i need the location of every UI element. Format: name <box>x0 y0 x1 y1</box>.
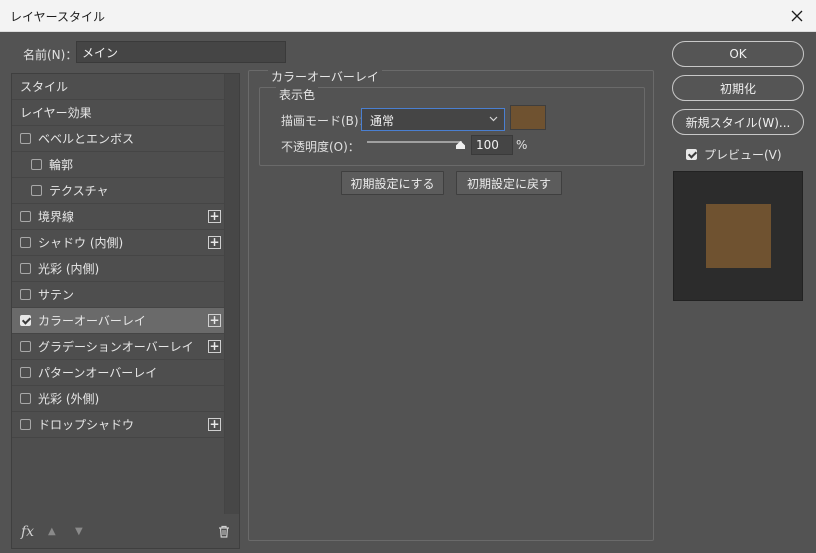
move-down-icon[interactable]: ▼ <box>75 526 83 537</box>
add-effect-icon[interactable]: + <box>208 418 221 431</box>
style-item-label: ドロップシャドウ <box>38 418 135 432</box>
reset-default-button[interactable]: 初期設定に戻す <box>456 171 562 195</box>
opacity-slider-track[interactable] <box>367 141 462 143</box>
style-checkbox[interactable] <box>20 315 31 326</box>
group-title: カラーオーバーレイ <box>268 68 382 85</box>
style-checkbox[interactable] <box>20 211 31 222</box>
style-item[interactable]: 輪郭 <box>12 152 225 178</box>
style-checkbox[interactable] <box>20 263 31 274</box>
style-item-label: ベベルとエンボス <box>38 132 135 146</box>
window-title: レイヤースタイル <box>10 10 106 24</box>
move-up-icon[interactable]: ▲ <box>48 526 56 537</box>
style-item[interactable]: スタイル <box>12 74 225 100</box>
style-item-label: スタイル <box>20 80 69 94</box>
style-item[interactable]: ベベルとエンボス <box>12 126 225 152</box>
style-checkbox[interactable] <box>20 289 31 300</box>
style-item[interactable]: グラデーションオーバーレイ + <box>12 334 225 360</box>
style-checkbox[interactable] <box>20 341 31 352</box>
style-item-label: 光彩 (外側) <box>38 392 100 406</box>
name-label: 名前(N)： <box>23 48 78 62</box>
style-checkbox[interactable] <box>31 185 42 196</box>
preview-label: プレビュー(V) <box>704 148 782 162</box>
blend-mode-label: 描画モード(B)： <box>281 114 371 128</box>
style-item[interactable]: シャドウ (内側) + <box>12 230 225 256</box>
title-bar: レイヤースタイル <box>0 0 816 32</box>
style-checkbox[interactable] <box>20 133 31 144</box>
style-checkbox[interactable] <box>20 367 31 378</box>
style-item-label: 光彩 (内側) <box>38 262 100 276</box>
add-effect-icon[interactable]: + <box>208 236 221 249</box>
style-item[interactable]: 光彩 (外側) <box>12 386 225 412</box>
preview-box <box>673 171 803 301</box>
styles-list: スタイルレイヤー効果ベベルとエンボス輪郭テクスチャ境界線 + シャドウ (内側) + 光… <box>12 74 225 438</box>
opacity-label: 不透明度(O)： <box>281 140 360 154</box>
style-item-label: シャドウ (内側) <box>38 236 124 250</box>
style-item-label: カラーオーバーレイ <box>38 314 146 328</box>
add-effect-icon[interactable]: + <box>208 340 221 353</box>
preview-checkbox[interactable] <box>686 149 697 160</box>
preview-swatch <box>706 204 771 268</box>
style-item-label: グラデーションオーバーレイ <box>38 340 194 354</box>
style-item[interactable]: パターンオーバーレイ <box>12 360 225 386</box>
opacity-unit: % <box>516 138 528 152</box>
styles-scrollbar[interactable] <box>224 74 239 514</box>
style-item-label: レイヤー効果 <box>20 106 92 120</box>
preview-toggle[interactable]: プレビュー(V) <box>686 146 782 163</box>
ok-button[interactable]: OK <box>672 41 804 67</box>
style-checkbox[interactable] <box>31 159 42 170</box>
opacity-input[interactable]: 100 <box>471 135 513 155</box>
style-checkbox[interactable] <box>20 237 31 248</box>
close-icon[interactable] <box>786 5 808 27</box>
blend-mode-value: 通常 <box>370 114 395 128</box>
new-style-button[interactable]: 新規スタイル(W)... <box>672 109 804 135</box>
style-item[interactable]: 境界線 + <box>12 204 225 230</box>
fx-icon[interactable]: fx <box>21 524 34 540</box>
dialog-body: 名前(N)： メイン スタイルレイヤー効果ベベルとエンボス輪郭テクスチャ境界線 +… <box>0 32 816 553</box>
style-item[interactable]: サテン <box>12 282 225 308</box>
trash-icon[interactable] <box>218 525 230 542</box>
add-effect-icon[interactable]: + <box>208 314 221 327</box>
blend-mode-select[interactable]: 通常 <box>361 108 505 131</box>
style-item[interactable]: テクスチャ <box>12 178 225 204</box>
chevron-down-icon <box>489 114 498 125</box>
style-item-label: テクスチャ <box>49 184 109 198</box>
style-item-label: パターンオーバーレイ <box>38 366 158 380</box>
style-item[interactable]: カラーオーバーレイ + <box>12 308 225 334</box>
style-checkbox[interactable] <box>20 419 31 430</box>
style-item-label: サテン <box>38 288 75 302</box>
style-item[interactable]: 光彩 (内側) <box>12 256 225 282</box>
subgroup-title: 表示色 <box>276 86 319 103</box>
style-checkbox[interactable] <box>20 393 31 404</box>
reset-button[interactable]: 初期化 <box>672 75 804 101</box>
style-item[interactable]: ドロップシャドウ + <box>12 412 225 438</box>
add-effect-icon[interactable]: + <box>208 210 221 223</box>
make-default-button[interactable]: 初期設定にする <box>341 171 444 195</box>
styles-panel: スタイルレイヤー効果ベベルとエンボス輪郭テクスチャ境界線 + シャドウ (内側) + 光… <box>11 73 240 549</box>
style-item-label: 輪郭 <box>49 158 74 172</box>
color-swatch[interactable] <box>510 105 546 130</box>
style-item[interactable]: レイヤー効果 <box>12 100 225 126</box>
style-item-label: 境界線 <box>38 210 75 224</box>
name-input[interactable]: メイン <box>76 41 286 63</box>
styles-footer: fx ▲ ▼ <box>12 518 239 548</box>
